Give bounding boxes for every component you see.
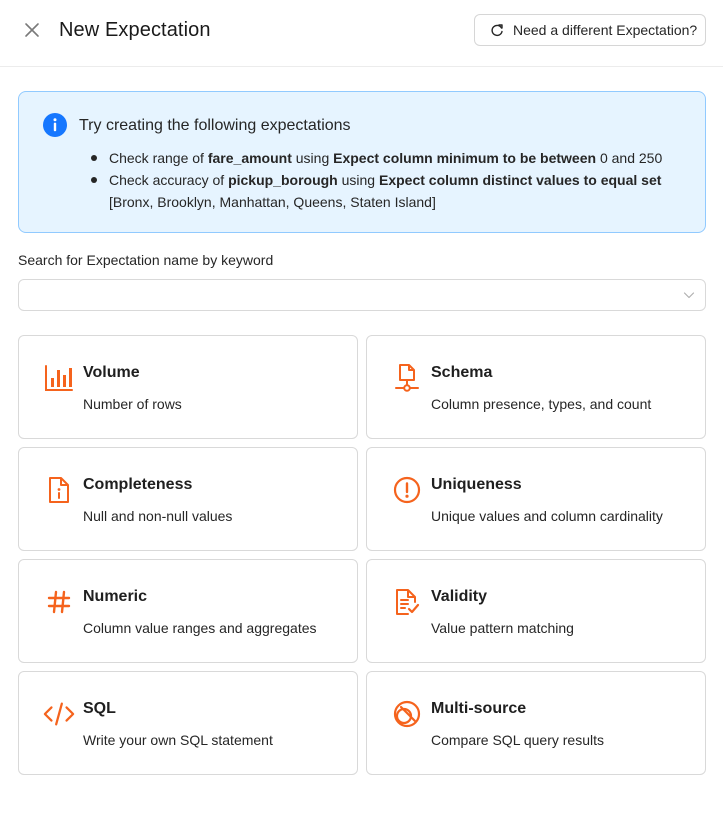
expectation-name: Expect column minimum to be between: [333, 150, 597, 166]
code-icon: [43, 698, 75, 730]
category-title: Multi-source: [431, 700, 527, 717]
category-card-validity[interactable]: Validity Value pattern matching: [366, 559, 706, 663]
category-card-multi-source[interactable]: Multi-source Compare SQL query results: [366, 671, 706, 775]
bar-chart-icon: [43, 362, 75, 394]
refresh-icon: [490, 23, 504, 37]
suggestion-alert: Try creating the following expectations …: [18, 91, 706, 233]
category-description: Number of rows: [83, 396, 182, 412]
category-card-volume[interactable]: Volume Number of rows: [18, 335, 358, 439]
chevron-down-icon[interactable]: [683, 289, 695, 301]
close-icon: [24, 22, 40, 38]
category-title: Numeric: [83, 588, 148, 605]
file-check-icon: [391, 586, 423, 618]
suggestion-title: Try creating the following expectations: [79, 117, 351, 134]
category-title: Validity: [431, 588, 488, 605]
need-different-expectation-button[interactable]: Need a different Expectation?: [474, 14, 706, 46]
suggestion-item: Check accuracy of pickup_borough using E…: [91, 169, 689, 213]
category-description: Write your own SQL statement: [83, 732, 273, 748]
info-icon: [43, 113, 67, 137]
category-description: Null and non-null values: [83, 508, 233, 524]
file-info-icon: [43, 474, 75, 506]
category-description: Unique values and column cardinality: [431, 508, 663, 524]
category-title: Uniqueness: [431, 476, 522, 493]
multi-source-icon: [391, 698, 423, 730]
category-description: Column value ranges and aggregates: [83, 620, 317, 636]
hash-icon: [43, 586, 75, 618]
suggestion-item: Check range of fare_amount using Expect …: [91, 147, 689, 169]
category-card-completeness[interactable]: Completeness Null and non-null values: [18, 447, 358, 551]
category-card-sql[interactable]: SQL Write your own SQL statement: [18, 671, 358, 775]
modal-title: New Expectation: [59, 19, 211, 41]
category-card-schema[interactable]: Schema Column presence, types, and count: [366, 335, 706, 439]
schema-icon: [391, 362, 423, 394]
modal-header: New Expectation Need a different Expecta…: [0, 0, 723, 67]
category-title: Completeness: [83, 476, 193, 493]
category-card-uniqueness[interactable]: Uniqueness Unique values and column card…: [366, 447, 706, 551]
category-title: Schema: [431, 364, 493, 381]
suggestion-list: Check range of fare_amount using Expect …: [91, 147, 689, 213]
category-description: Value pattern matching: [431, 620, 574, 636]
category-title: Volume: [83, 364, 140, 381]
search-input[interactable]: [19, 280, 659, 310]
search-label: Search for Expectation name by keyword: [18, 252, 274, 268]
exclamation-circle-icon: [391, 474, 423, 506]
category-description: Compare SQL query results: [431, 732, 604, 748]
column-name: pickup_borough: [228, 172, 338, 188]
search-select[interactable]: [18, 279, 706, 311]
close-button[interactable]: [22, 20, 42, 40]
category-card-numeric[interactable]: Numeric Column value ranges and aggregat…: [18, 559, 358, 663]
expectation-name: Expect column distinct values to equal s…: [378, 172, 662, 188]
category-description: Column presence, types, and count: [431, 396, 652, 412]
column-name: fare_amount: [207, 150, 292, 166]
need-different-expectation-label: Need a different Expectation?: [513, 22, 698, 38]
category-title: SQL: [83, 700, 116, 717]
